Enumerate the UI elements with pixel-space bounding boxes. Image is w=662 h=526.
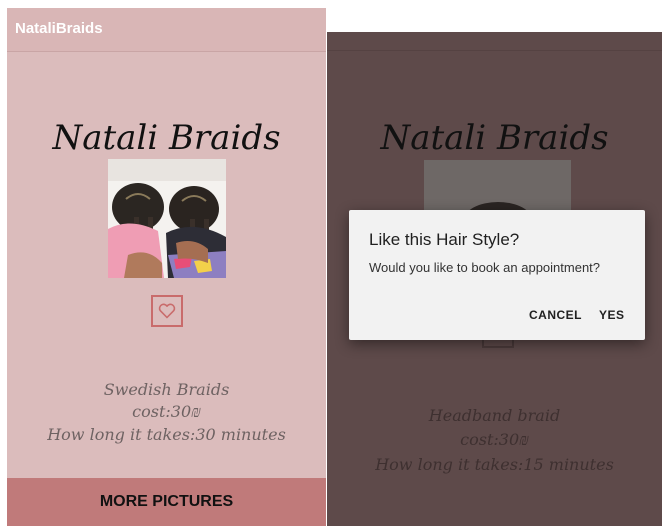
more-pictures-button[interactable]: MORE PICTURES — [7, 478, 326, 526]
dialog-message: Would you like to book an appointment? — [369, 260, 601, 275]
book-appointment-dialog: Like this Hair Style? Would you like to … — [349, 210, 645, 340]
app-title: NataliBraids — [15, 20, 103, 37]
style-cost: cost:30₪ — [132, 402, 201, 421]
style-name: Swedish Braids — [103, 380, 230, 399]
left-screen: NataliBraids Natali Braids Swedish Braid… — [7, 8, 326, 526]
appbar-divider — [327, 50, 662, 51]
page-heading: Natali Braids — [52, 118, 281, 158]
app-bar: NataliBraids — [7, 8, 326, 52]
yes-button[interactable]: YES — [599, 308, 625, 322]
dialog-title: Like this Hair Style? — [369, 230, 520, 249]
right-screen: Natali Braids Headband braid cost:30₪ Ho… — [327, 32, 662, 526]
page-heading: Natali Braids — [380, 118, 609, 158]
style-duration: How long it takes:30 minutes — [47, 425, 286, 444]
style-cost: cost:30₪ — [460, 430, 529, 449]
favorite-button[interactable] — [151, 295, 183, 327]
hairstyle-photo[interactable] — [108, 159, 226, 278]
cancel-button[interactable]: CANCEL — [529, 308, 582, 322]
heart-outline-icon — [158, 303, 176, 319]
style-duration: How long it takes:15 minutes — [375, 455, 614, 474]
style-name: Headband braid — [428, 406, 561, 425]
